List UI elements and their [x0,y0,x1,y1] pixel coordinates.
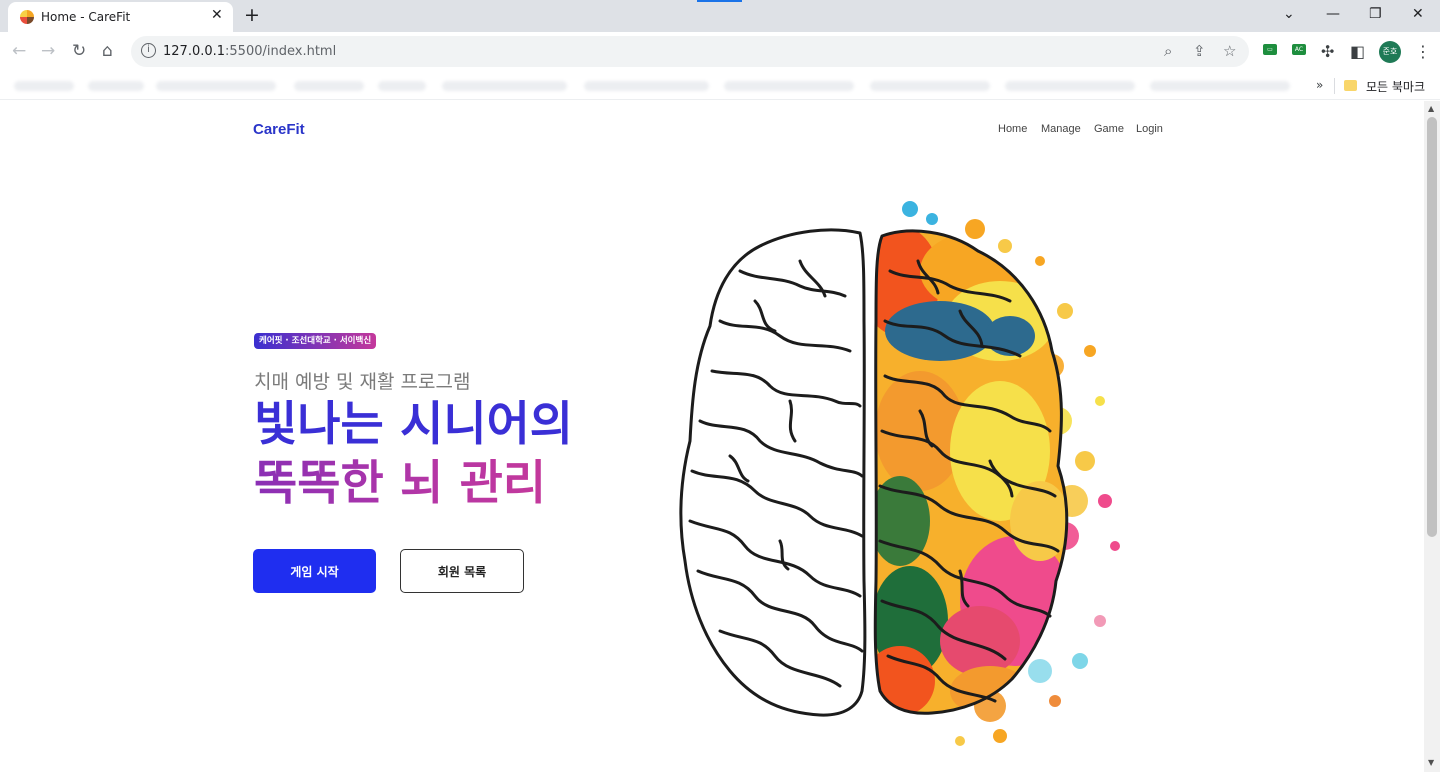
bookmark-item-blurred[interactable] [378,81,426,91]
member-list-button[interactable]: 회원 목록 [400,549,524,593]
tab-search-icon[interactable]: ⌄ [1283,6,1295,22]
hero-subtitle: 치매 예방 및 재활 프로그램 [254,371,471,393]
nav-manage[interactable]: Manage [1041,123,1081,135]
close-tab-icon[interactable]: ✕ [211,7,223,23]
share-icon[interactable]: ⇪ [1193,42,1206,60]
profile-avatar[interactable]: 준호 [1379,41,1401,63]
scroll-thumb[interactable] [1427,117,1437,537]
bookmarks-overflow-icon[interactable]: » [1316,78,1323,92]
scroll-down-icon[interactable]: ▼ [1428,758,1434,767]
side-panel-icon[interactable]: ◧ [1350,42,1365,61]
bookmark-item-blurred[interactable] [584,81,709,91]
partner-badge: 케어핏 · 조선대학교 · 서이백신 [254,333,377,349]
bookmarks-bar: » 모든 북마크 [0,72,1440,100]
bookmark-item-blurred[interactable] [88,81,144,91]
nav-home[interactable]: Home [998,123,1027,135]
bookmark-item-blurred[interactable] [294,81,364,91]
url-text: 127.0.0.1:5500/index.html [163,44,337,59]
page-scrollbar[interactable]: ▲ ▼ [1424,101,1440,772]
all-bookmarks-label[interactable]: 모든 북마크 [1366,78,1425,95]
bookmark-item-blurred[interactable] [442,81,567,91]
minimize-icon[interactable]: — [1326,6,1340,22]
tab-strip: Home - CareFit ✕ + ⌄ — ❐ ✕ [0,0,1440,32]
restore-icon[interactable]: ❐ [1369,6,1382,22]
browser-tab[interactable]: Home - CareFit ✕ [8,2,233,32]
new-tab-icon[interactable]: + [244,4,260,26]
hero-headline-line1: 빛나는 시니어의 [254,397,574,452]
bookmark-star-icon[interactable]: ☆ [1223,42,1236,60]
extension-ac-icon[interactable]: AC [1292,44,1306,55]
nav-login[interactable]: Login [1136,123,1163,135]
site-logo[interactable]: CareFit [253,121,305,138]
tab-accent [697,0,742,2]
window-close-icon[interactable]: ✕ [1412,6,1424,22]
favicon-icon [20,10,34,24]
bookmark-item-blurred[interactable] [1150,81,1290,91]
back-icon[interactable]: ← [12,41,26,61]
folder-icon[interactable] [1344,80,1357,91]
bookmark-item-blurred[interactable] [14,81,74,91]
bookmark-item-blurred[interactable] [156,81,276,91]
start-game-button[interactable]: 게임 시작 [253,549,376,593]
tab-title: Home - CareFit [41,10,131,24]
nav-game[interactable]: Game [1094,123,1124,135]
extensions-puzzle-icon[interactable]: ✣ [1321,42,1334,61]
brain-illustration [679,201,1120,746]
browser-toolbar: ← → ↻ ⌂ i 127.0.0.1:5500/index.html ⌕ ⇪ … [0,32,1440,72]
menu-kebab-icon[interactable]: ⋮ [1415,42,1431,61]
bookmark-item-blurred[interactable] [1005,81,1135,91]
zoom-icon[interactable]: ⌕ [1164,42,1172,60]
bookmarks-divider [1334,78,1335,94]
site-info-icon[interactable]: i [141,43,156,58]
hero-headline-line2: 똑똑한 뇌 관리 [254,456,547,511]
right-hemisphere-colors [875,231,1067,714]
scroll-up-icon[interactable]: ▲ [1428,104,1434,113]
forward-icon[interactable]: → [41,41,55,61]
bookmark-item-blurred[interactable] [724,81,854,91]
bookmark-item-blurred[interactable] [870,81,990,91]
home-icon[interactable]: ⌂ [102,41,113,61]
reload-icon[interactable]: ↻ [72,41,86,61]
page-viewport: CareFit Home Manage Game Login 케어핏 · 조선대… [0,101,1424,772]
extension-green-icon[interactable]: ▭ [1263,44,1277,55]
address-bar[interactable]: i 127.0.0.1:5500/index.html ⌕ ⇪ ☆ [131,36,1249,67]
